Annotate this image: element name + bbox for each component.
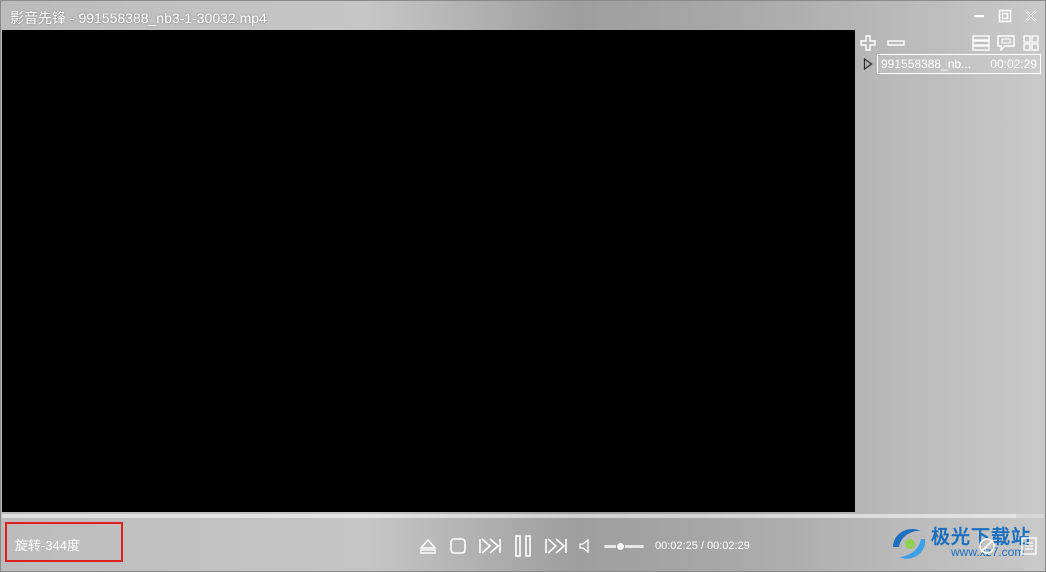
previous-button[interactable] <box>478 535 502 557</box>
speaker-icon <box>579 539 591 553</box>
chat-icon <box>997 35 1015 51</box>
next-icon <box>544 537 568 555</box>
now-playing-icon <box>863 58 873 70</box>
volume-slider[interactable] <box>604 542 644 551</box>
playlist-item[interactable]: 991558388_nb... 00:02:29 <box>877 54 1041 74</box>
pause-button[interactable] <box>512 535 534 557</box>
eject-button[interactable] <box>418 535 438 557</box>
close-icon <box>1024 9 1038 23</box>
stop-button[interactable] <box>448 535 468 557</box>
minimize-button[interactable] <box>970 7 988 25</box>
title-bar[interactable]: 影音先锋 - 991558388_nb3-1-30032.mp4 <box>1 1 1045 31</box>
main-menu-button[interactable] <box>1019 535 1039 557</box>
chat-button[interactable] <box>997 34 1015 52</box>
list-icon <box>972 35 990 51</box>
prev-icon <box>478 537 502 555</box>
list-view-button[interactable] <box>972 34 990 52</box>
next-button[interactable] <box>544 535 568 557</box>
subtitle-toggle-button[interactable] <box>977 535 997 557</box>
volume-slider-handle[interactable] <box>615 542 625 551</box>
minus-icon <box>887 38 905 48</box>
restore-icon <box>998 9 1012 23</box>
watermark-logo-icon <box>887 521 931 565</box>
slash-circle-icon <box>978 537 996 555</box>
plus-icon <box>860 35 876 51</box>
remove-file-button[interactable] <box>887 34 905 52</box>
minimize-icon <box>973 10 985 22</box>
restore-button[interactable] <box>996 7 1014 25</box>
close-button[interactable] <box>1022 7 1040 25</box>
watermark: 极光下载站 www.xz7.com <box>887 519 1039 567</box>
seek-bar[interactable] <box>2 514 1044 518</box>
stop-icon <box>449 537 467 555</box>
eject-icon <box>419 537 437 555</box>
menu-icon <box>1021 537 1037 555</box>
playlist-panel: 991558388_nb... 00:02:29 <box>857 30 1045 512</box>
time-display: 00:02:25 / 00:02:29 <box>655 540 750 552</box>
playlist-item-name: 991558388_nb... <box>881 57 972 71</box>
grid-view-button[interactable] <box>1022 34 1040 52</box>
status-text: 旋转-344度 <box>15 538 81 553</box>
grid-icon <box>1023 35 1039 51</box>
seek-bar-fill <box>2 514 1016 518</box>
mute-button[interactable] <box>578 535 592 557</box>
window-title: 影音先锋 - 991558388_nb3-1-30032.mp4 <box>10 10 267 26</box>
add-file-button[interactable] <box>859 34 877 52</box>
status-box: 旋转-344度 <box>5 522 123 562</box>
video-area[interactable] <box>2 30 855 512</box>
player-window: 影音先锋 - 991558388_nb3-1-30032.mp4 9915583… <box>0 0 1046 572</box>
playlist-item-duration: 00:02:29 <box>990 57 1037 71</box>
pause-icon <box>513 535 533 557</box>
